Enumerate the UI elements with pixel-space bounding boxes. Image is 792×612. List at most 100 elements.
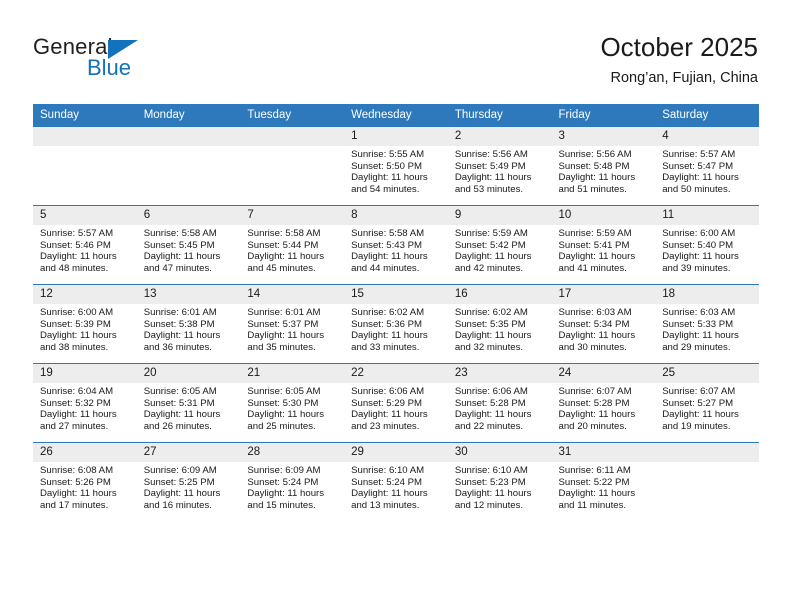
- calendar-day-cell[interactable]: 1 Sunrise: 5:55 AM Sunset: 5:50 PM Daylight…: [344, 126, 448, 206]
- calendar-day-cell[interactable]: 29 Sunrise: 6:10 AM Sunset: 5:24 PM Dayligh…: [344, 442, 448, 521]
- day-detail-line: Sunset: 5:49 PM: [454, 160, 526, 172]
- day-detail-line: Daylight: 11 hours: [558, 409, 636, 421]
- day-number: 16: [447, 285, 552, 304]
- day-details: Sunrise: 6:02 AM Sunset: 5:35 PM Daylight:…: [448, 304, 552, 353]
- day-detail-line: Sunrise: 5:55 AM: [351, 149, 425, 160]
- calendar-day-cell[interactable]: 14 Sunrise: 6:01 AM Sunset: 5:37 PM Dayligh…: [240, 284, 345, 364]
- day-detail-line: Sunrise: 6:06 AM: [454, 386, 528, 397]
- day-number: 12: [33, 285, 137, 304]
- calendar-day-cell[interactable]: 8 Sunrise: 5:58 AM Sunset: 5:43 PM Daylight…: [344, 205, 448, 285]
- calendar-day-cell[interactable]: 28 Sunrise: 6:09 AM Sunset: 5:24 PM Dayligh…: [240, 442, 345, 521]
- calendar-day-cell[interactable]: 11 Sunrise: 6:00 AM Sunset: 5:40 PM Dayligh…: [655, 205, 759, 285]
- day-detail-line: Sunset: 5:45 PM: [143, 239, 215, 251]
- day-number: 5: [33, 206, 137, 225]
- day-detail-line: Sunrise: 6:11 AM: [558, 465, 631, 476]
- day-details: Sunrise: 6:01 AM Sunset: 5:38 PM Daylight:…: [137, 304, 241, 353]
- day-details: Sunrise: 5:56 AM Sunset: 5:48 PM Daylight:…: [552, 146, 656, 195]
- day-detail-line: Sunset: 5:29 PM: [351, 397, 423, 409]
- day-detail-line: Sunrise: 5:56 AM: [558, 149, 632, 160]
- day-number: 3: [551, 127, 656, 146]
- day-detail-line: Sunset: 5:36 PM: [351, 318, 423, 330]
- calendar-day-cell[interactable]: 18 Sunrise: 6:03 AM Sunset: 5:33 PM Dayligh…: [655, 284, 759, 364]
- calendar-day-cell[interactable]: 21 Sunrise: 6:05 AM Sunset: 5:30 PM Dayligh…: [240, 363, 345, 443]
- day-number: 27: [136, 443, 241, 462]
- calendar-day-cell[interactable]: 25 Sunrise: 6:07 AM Sunset: 5:27 PM Dayligh…: [655, 363, 759, 443]
- day-details: Sunrise: 5:56 AM Sunset: 5:49 PM Daylight:…: [448, 146, 552, 195]
- day-detail-line: Daylight: 11 hours: [143, 488, 221, 500]
- day-details: Sunrise: 5:57 AM Sunset: 5:47 PM Daylight:…: [655, 146, 759, 195]
- calendar-day-cell[interactable]: 26 Sunrise: 6:08 AM Sunset: 5:26 PM Dayligh…: [33, 442, 137, 521]
- day-number: 29: [344, 443, 448, 462]
- calendar-day-cell[interactable]: 12 Sunrise: 6:00 AM Sunset: 5:39 PM Dayligh…: [33, 284, 137, 364]
- day-detail-line: Sunset: 5:28 PM: [558, 397, 630, 409]
- calendar-day-cell[interactable]: 27 Sunrise: 6:09 AM Sunset: 5:25 PM Dayligh…: [136, 442, 241, 521]
- day-detail-line: and 12 minutes.: [454, 499, 524, 511]
- day-number: 25: [655, 364, 759, 383]
- calendar-day-cell[interactable]: 22 Sunrise: 6:06 AM Sunset: 5:29 PM Dayligh…: [344, 363, 448, 443]
- day-detail-line: Sunset: 5:31 PM: [143, 397, 215, 409]
- calendar-day-cell[interactable]: 16 Sunrise: 6:02 AM Sunset: 5:35 PM Dayligh…: [447, 284, 552, 364]
- day-number: 13: [136, 285, 241, 304]
- day-number: 30: [447, 443, 552, 462]
- day-detail-line: and 19 minutes.: [662, 420, 731, 432]
- calendar-day-cell[interactable]: 13 Sunrise: 6:01 AM Sunset: 5:38 PM Dayligh…: [136, 284, 241, 364]
- day-number: 8: [344, 206, 448, 225]
- day-detail-line: Sunrise: 6:06 AM: [351, 386, 425, 397]
- day-details: Sunrise: 5:58 AM Sunset: 5:44 PM Daylight:…: [240, 225, 344, 274]
- day-detail-line: Daylight: 11 hours: [247, 409, 325, 421]
- day-number: 10: [551, 206, 656, 225]
- calendar-day-cell[interactable]: 20 Sunrise: 6:05 AM Sunset: 5:31 PM Dayligh…: [136, 363, 241, 443]
- day-detail-line: Sunrise: 6:01 AM: [247, 307, 321, 318]
- day-details: Sunrise: 5:57 AM Sunset: 5:46 PM Daylight:…: [33, 225, 137, 274]
- day-detail-line: Sunset: 5:33 PM: [662, 318, 734, 330]
- day-detail-line: and 35 minutes.: [247, 341, 316, 353]
- day-number: 17: [551, 285, 656, 304]
- day-details: Sunrise: 6:06 AM Sunset: 5:28 PM Daylight:…: [448, 383, 552, 432]
- calendar-day-cell[interactable]: 9 Sunrise: 5:59 AM Sunset: 5:42 PM Daylight…: [447, 205, 552, 285]
- day-details: Sunrise: 5:59 AM Sunset: 5:42 PM Daylight:…: [448, 225, 552, 274]
- day-details: Sunrise: 6:06 AM Sunset: 5:29 PM Daylight:…: [344, 383, 448, 432]
- calendar-day-cell[interactable]: 30 Sunrise: 6:10 AM Sunset: 5:23 PM Dayligh…: [447, 442, 552, 521]
- day-number: 14: [240, 285, 345, 304]
- day-number: 18: [655, 285, 759, 304]
- day-detail-line: Daylight: 11 hours: [247, 251, 325, 263]
- brand-name-blue: Blue: [87, 55, 132, 80]
- calendar-day-cell[interactable]: 6 Sunrise: 5:58 AM Sunset: 5:45 PM Daylight…: [136, 205, 241, 285]
- day-detail-line: Sunrise: 6:09 AM: [143, 465, 217, 476]
- day-details: Sunrise: 6:09 AM Sunset: 5:25 PM Daylight:…: [137, 462, 241, 511]
- calendar-day-cell[interactable]: 3 Sunrise: 5:56 AM Sunset: 5:48 PM Daylight…: [551, 126, 656, 206]
- day-detail-line: Sunset: 5:42 PM: [454, 239, 526, 251]
- day-detail-line: and 27 minutes.: [40, 420, 109, 432]
- day-detail-line: Sunset: 5:30 PM: [247, 397, 319, 409]
- calendar-day-cell[interactable]: 15 Sunrise: 6:02 AM Sunset: 5:36 PM Dayligh…: [344, 284, 448, 364]
- calendar-day-cell[interactable]: 24 Sunrise: 6:07 AM Sunset: 5:28 PM Dayligh…: [551, 363, 656, 443]
- calendar-day-cell[interactable]: 4 Sunrise: 5:57 AM Sunset: 5:47 PM Daylight…: [655, 126, 759, 206]
- day-number: 19: [33, 364, 137, 383]
- day-detail-line: Daylight: 11 hours: [143, 330, 221, 342]
- day-detail-line: Sunset: 5:38 PM: [143, 318, 215, 330]
- day-detail-line: and 39 minutes.: [662, 262, 731, 274]
- weekday-header-tuesday: Tuesday: [240, 104, 345, 127]
- day-detail-line: Sunset: 5:43 PM: [351, 239, 423, 251]
- day-detail-line: and 25 minutes.: [247, 420, 316, 432]
- calendar-day-cell[interactable]: 10 Sunrise: 5:59 AM Sunset: 5:41 PM Dayligh…: [551, 205, 656, 285]
- calendar-day-cell[interactable]: 23 Sunrise: 6:06 AM Sunset: 5:28 PM Dayligh…: [447, 363, 552, 443]
- day-detail-line: Sunset: 5:37 PM: [247, 318, 319, 330]
- calendar-day-cell[interactable]: 19 Sunrise: 6:04 AM Sunset: 5:32 PM Dayligh…: [33, 363, 137, 443]
- calendar-day-cell[interactable]: 7 Sunrise: 5:58 AM Sunset: 5:44 PM Daylight…: [240, 205, 345, 285]
- calendar-day-cell[interactable]: 31 Sunrise: 6:11 AM Sunset: 5:22 PM Dayligh…: [551, 442, 656, 521]
- day-detail-line: and 22 minutes.: [454, 420, 524, 432]
- day-detail-line: Daylight: 11 hours: [351, 488, 428, 500]
- day-details: Sunrise: 6:05 AM Sunset: 5:31 PM Daylight:…: [137, 383, 241, 432]
- calendar-day-cell[interactable]: 5 Sunrise: 5:57 AM Sunset: 5:46 PM Daylight…: [33, 205, 137, 285]
- day-detail-line: Daylight: 11 hours: [454, 251, 532, 263]
- calendar-day-cell[interactable]: 2 Sunrise: 5:56 AM Sunset: 5:49 PM Daylight…: [447, 126, 552, 206]
- day-detail-line: and 41 minutes.: [558, 262, 627, 274]
- day-details: Sunrise: 6:03 AM Sunset: 5:34 PM Daylight:…: [552, 304, 656, 353]
- brand-logo[interactable]: General Blue: [33, 34, 273, 90]
- day-detail-line: Sunrise: 6:10 AM: [351, 465, 425, 476]
- day-detail-line: Daylight: 11 hours: [351, 409, 428, 421]
- day-detail-line: and 33 minutes.: [351, 341, 420, 353]
- day-detail-line: and 50 minutes.: [662, 183, 731, 195]
- calendar-day-cell[interactable]: 17 Sunrise: 6:03 AM Sunset: 5:34 PM Dayligh…: [551, 284, 656, 364]
